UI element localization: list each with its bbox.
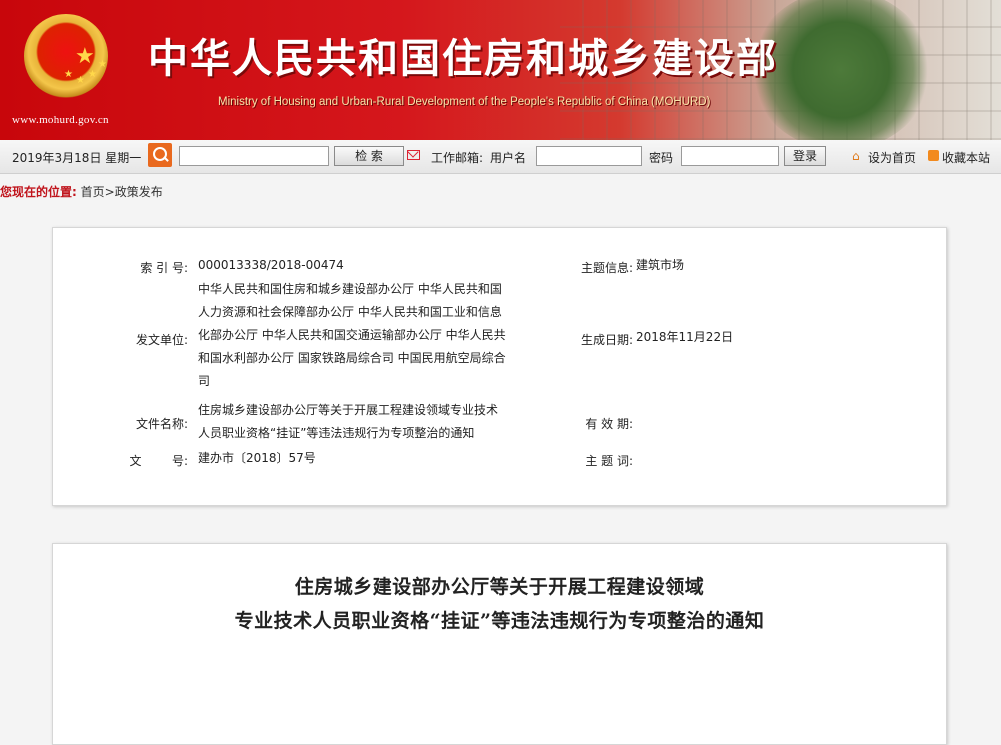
site-subtitle: Ministry of Housing and Urban-Rural Deve… [218, 96, 711, 108]
national-emblem-icon: ★ ★ ★ ★ ★ [24, 14, 108, 98]
current-date: 2019年3月18日 星期一 [12, 151, 142, 165]
subject-words-label: 主 题 词: [585, 454, 633, 468]
issuer-line: 和国水利部办公厅 国家铁路局综合司 中国民用航空局综合 [198, 351, 506, 365]
issuer-line: 中华人民共和国住房和城乡建设部办公厅 中华人民共和国 [198, 282, 502, 296]
issuer-value: 中华人民共和国住房和城乡建设部办公厅 中华人民共和国 人力资源和社会保障部办公厅… [198, 278, 518, 393]
site-title: 中华人民共和国住房和城乡建设部 [148, 35, 778, 82]
index-value: 000013338/2018-00474 [198, 258, 344, 272]
bookmark-icon [928, 150, 939, 161]
filename-value: 住房城乡建设部办公厅等关于开展工程建设领域专业技术 人员职业资格“挂证”等违法违… [198, 399, 518, 445]
emblem-star-icon: ★ [98, 59, 107, 70]
generated-date-label: 生成日期: [580, 333, 633, 347]
search-icon[interactable] [148, 143, 172, 167]
topic-label: 主题信息: [580, 261, 633, 275]
document-info-panel: 索 引 号: 000013338/2018-00474 主题信息: 建筑市场 发… [52, 227, 947, 506]
breadcrumb-label: 您现在的位置: [0, 185, 77, 199]
breadcrumb: 您现在的位置: 首页>政策发布 [0, 183, 163, 200]
mail-icon [407, 150, 420, 160]
emblem-star-icon: ★ [88, 69, 97, 80]
validity-label: 有 效 期: [585, 417, 633, 431]
set-homepage-link[interactable]: 设为首页 [868, 149, 916, 166]
article-title-line: 住房城乡建设部办公厅等关于开展工程建设领域 [294, 576, 705, 598]
filename-line: 人员职业资格“挂证”等违法违规行为专项整治的通知 [198, 426, 475, 440]
top-toolbar: 2019年3月18日 星期一 检 索 工作邮箱: 用户名 密码 登录 ⌂ 设为首… [0, 140, 1001, 174]
issuer-label: 发文单位: [135, 333, 188, 347]
home-icon: ⌂ [852, 149, 860, 163]
issuer-line: 化部办公厅 中华人民共和国交通运输部办公厅 中华人民共 [198, 328, 506, 342]
breadcrumb-path[interactable]: 首页>政策发布 [81, 185, 163, 199]
issuer-line: 司 [198, 374, 211, 388]
header-banner: ★ ★ ★ ★ ★ www.mohurd.gov.cn 中华人民共和国住房和城乡… [0, 0, 1001, 140]
username-label: 用户名 [490, 151, 527, 165]
username-input[interactable] [536, 146, 642, 166]
password-input[interactable] [681, 146, 779, 166]
login-button[interactable]: 登录 [784, 146, 826, 166]
search-button[interactable]: 检 索 [334, 146, 404, 166]
password-label: 密码 [649, 151, 674, 165]
bookmark-link[interactable]: 收藏本站 [942, 149, 990, 166]
filename-line: 住房城乡建设部办公厅等关于开展工程建设领域专业技术 [198, 403, 499, 417]
generated-date-value: 2018年11月22日 [636, 330, 734, 344]
search-input[interactable] [179, 146, 329, 166]
doc-number-label: 文 号: [129, 454, 188, 468]
index-label: 索 引 号: [140, 261, 188, 275]
topic-value: 建筑市场 [636, 258, 685, 272]
doc-number-value: 建办市〔2018〕57号 [198, 451, 316, 465]
article-title-line: 专业技术人员职业资格“挂证”等违法违规行为专项整治的通知 [234, 610, 765, 632]
article-panel: 住房城乡建设部办公厅等关于开展工程建设领域 专业技术人员职业资格“挂证”等违法违… [52, 543, 947, 745]
work-mail-label: 工作邮箱: [431, 151, 484, 165]
issuer-line: 人力资源和社会保障部办公厅 中华人民共和国工业和信息 [198, 305, 502, 319]
lens-handle-shape [163, 156, 169, 162]
filename-label: 文件名称: [135, 417, 188, 431]
emblem-star-icon: ★ [64, 69, 73, 80]
emblem-star-icon: ★ [76, 75, 85, 86]
site-url: www.mohurd.gov.cn [12, 114, 109, 126]
tree-photo [751, 0, 931, 140]
